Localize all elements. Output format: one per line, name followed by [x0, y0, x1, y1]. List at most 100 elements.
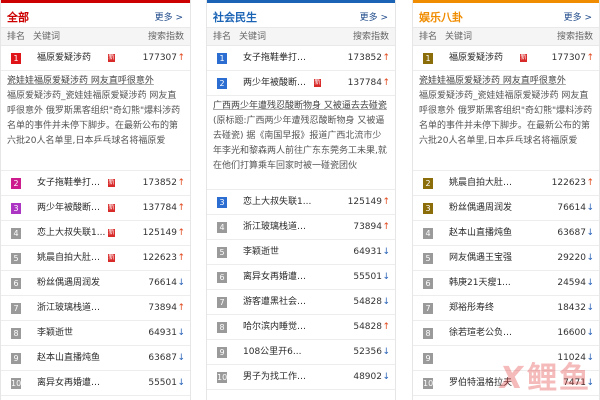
keyword-link[interactable]: 徐若瑄老公负巨... [449, 321, 519, 346]
table-row[interactable]: 8 徐若瑄老公负巨... 16600 ↓ [413, 321, 599, 346]
table-row[interactable]: 1 福原爱疑涉药 新 177307 ↑ [1, 46, 190, 71]
keyword-link[interactable]: 游客遭黑社会欺... [243, 290, 313, 315]
keyword-link[interactable]: 姚晨自拍大肚写... [449, 171, 519, 196]
rank-badge: 6 [423, 278, 433, 289]
arrow-down-icon: ↓ [177, 378, 185, 388]
keyword-link[interactable]: 恋上大叔失联1... [37, 221, 107, 246]
table-row[interactable]: 9 赵本山直播炖鱼 63687 ↓ [1, 346, 190, 371]
keyword-link[interactable]: 离异女再婚遭家... [243, 265, 313, 290]
table-header: 排名 关键词 搜索指数 [413, 28, 599, 46]
arrow-down-icon: ↓ [586, 328, 594, 338]
table-row[interactable]: 10 男子为找工作假... 48902 ↓ [207, 365, 395, 390]
column-title: 全部 [7, 11, 29, 24]
summary-headline[interactable]: 瓷娃娃福原爱疑涉药 网友直呼很意外 [7, 74, 184, 89]
keyword-link[interactable]: 粉丝偶遇周润发 [449, 196, 519, 221]
table-row[interactable]: 4 浙江玻璃栈道挤... 73894 ↑ [207, 215, 395, 240]
search-index: 173852 [142, 178, 177, 188]
table-row[interactable]: 5 网友偶遇王宝强 29220 ↓ [413, 246, 599, 271]
more-link[interactable]: 更多 > [564, 10, 592, 23]
arrow-up-icon: ↑ [177, 53, 185, 63]
rank-badge: 2 [423, 178, 433, 189]
keyword-link[interactable]: 浙江玻璃栈道挤... [243, 215, 313, 240]
search-index: 177307 [142, 53, 177, 63]
search-index: 48902 [353, 372, 382, 382]
rank-badge: 5 [423, 253, 433, 264]
table-row[interactable]: 5 姚晨自拍大肚写... 新 122623 ↑ [1, 246, 190, 271]
table-row[interactable]: 8 李颖逝世 64931 ↓ [1, 321, 190, 346]
keyword-link[interactable]: 福原爱疑涉药 [37, 46, 107, 71]
rank-badge: 9 [217, 347, 227, 358]
table-row[interactable]: 3 恋上大叔失联1... 125149 ↑ [207, 190, 395, 215]
column-header: 社会民生 更多 > [207, 0, 395, 28]
news-summary: 广西两少年遭残忍酸断物身 又被逼去去碰瓷 (原标题:广西两少年遭残忍酸断物身 又… [207, 96, 395, 190]
table-row[interactable]: 6 粉丝偶遇周润发 76614 ↓ [1, 271, 190, 296]
search-index: 64931 [353, 247, 382, 257]
table-row[interactable]: 7 游客遭黑社会欺... 54828 ↓ [207, 290, 395, 315]
table-row[interactable]: 4 恋上大叔失联1... 新 125149 ↑ [1, 221, 190, 246]
table-row[interactable]: 3 两少年被酸断物... 新 137784 ↑ [1, 196, 190, 221]
summary-headline[interactable]: 瓷娃娃福原爱疑涉药 网友直呼很意外 [419, 74, 593, 89]
site-watermark-logo: X鲤鱼 [500, 353, 591, 397]
arrow-down-icon: ↓ [177, 353, 185, 363]
table-row[interactable]: 7 郑裕彤寿终 18432 ↓ [413, 296, 599, 321]
table-row[interactable]: 2 女子拖鞋拳打脚... 新 173852 ↑ [1, 171, 190, 196]
table-row[interactable]: 6 离异女再婚遭家... 55501 ↓ [207, 265, 395, 290]
rank-badge: 10 [11, 378, 22, 389]
rank-badge: 2 [11, 178, 21, 189]
keyword-link[interactable]: 哈尔滨内睡觉大... [243, 315, 313, 340]
header-keyword: 关键词 [239, 32, 267, 42]
arrow-down-icon: ↓ [382, 347, 390, 357]
table-row[interactable]: 9 108公里开6... 52356 ↓ [207, 340, 395, 365]
search-index: 122623 [551, 178, 586, 188]
keyword-link[interactable]: 李颖逝世 [37, 321, 107, 346]
more-link[interactable]: 更多 > [360, 10, 388, 23]
table-row[interactable]: 5 李颖逝世 64931 ↓ [207, 240, 395, 265]
keyword-link[interactable]: 李颖逝世 [243, 240, 313, 265]
keyword-link[interactable]: 赵本山直播炖鱼 [37, 346, 107, 371]
keyword-link[interactable]: 粉丝偶遇周润发 [37, 271, 107, 296]
keyword-link[interactable]: 赵本山直播炖鱼 [449, 221, 519, 246]
table-row[interactable]: 10 离异女再婚遭家... 55501 ↓ [1, 371, 190, 396]
search-index: 64931 [148, 328, 177, 338]
keyword-link[interactable]: 福原爱疑涉药 [449, 46, 519, 71]
keyword-link[interactable]: 两少年被酸断物... [37, 196, 107, 221]
keyword-link[interactable]: 网友偶遇王宝强 [449, 246, 519, 271]
keyword-link[interactable]: 恋上大叔失联1... [243, 190, 313, 215]
rank-badge: 9 [11, 353, 21, 364]
keyword-link[interactable]: 女子拖鞋拳打脚... [243, 46, 313, 71]
table-row[interactable]: 2 姚晨自拍大肚写... 122623 ↑ [413, 171, 599, 196]
table-row[interactable]: 6 韩庚21天瘦1... 24594 ↓ [413, 271, 599, 296]
table-row[interactable]: 4 赵本山直播炖鱼 63687 ↓ [413, 221, 599, 246]
table-row[interactable]: 2 两少年被酸断物... 新 137784 ↑ [207, 71, 395, 96]
rank-badge: 9 [423, 353, 433, 364]
keyword-link[interactable]: 男子为找工作假... [243, 365, 313, 390]
new-badge: 新 [520, 54, 527, 62]
table-row[interactable]: 1 福原爱疑涉药 新 177307 ↑ [413, 46, 599, 71]
keyword-link[interactable]: 姚晨自拍大肚写... [37, 246, 107, 271]
rank-badge: 3 [217, 197, 227, 208]
rank-badge: 6 [217, 272, 227, 283]
more-link[interactable]: 更多 > [155, 10, 183, 23]
search-index: 76614 [557, 203, 586, 213]
table-row[interactable]: 1 女子拖鞋拳打脚... 173852 ↑ [207, 46, 395, 71]
summary-text: (原标题:广西两少年遭残忍酸断物身 又被逼去碰瓷) 据《南国早报》报道广西北流市… [213, 116, 387, 171]
summary-headline[interactable]: 广西两少年遭残忍酸断物身 又被逼去去碰瓷 [213, 99, 389, 114]
arrow-up-icon: ↑ [177, 203, 185, 213]
table-row[interactable]: 3 粉丝偶遇周润发 76614 ↓ [413, 196, 599, 221]
arrow-down-icon: ↓ [382, 247, 390, 257]
search-index: 76614 [148, 278, 177, 288]
keyword-link[interactable]: 郑裕彤寿终 [449, 296, 519, 321]
table-row[interactable]: 7 浙江玻璃栈道挤... 73894 ↑ [1, 296, 190, 321]
table-row[interactable]: 8 哈尔滨内睡觉大... 54828 ↑ [207, 315, 395, 340]
new-badge: 新 [108, 204, 115, 212]
rank-badge: 7 [423, 303, 433, 314]
keyword-link[interactable]: 韩庚21天瘦1... [449, 271, 519, 296]
keyword-link[interactable]: 女子拖鞋拳打脚... [37, 171, 107, 196]
search-index: 173852 [347, 53, 382, 63]
arrow-down-icon: ↓ [177, 328, 185, 338]
keyword-link[interactable]: 两少年被酸断物... [243, 71, 313, 96]
keyword-link[interactable]: 离异女再婚遭家... [37, 371, 107, 396]
keyword-link[interactable]: 浙江玻璃栈道挤... [37, 296, 107, 321]
keyword-link[interactable]: 108公里开6... [243, 340, 313, 365]
header-keyword: 关键词 [445, 32, 473, 42]
